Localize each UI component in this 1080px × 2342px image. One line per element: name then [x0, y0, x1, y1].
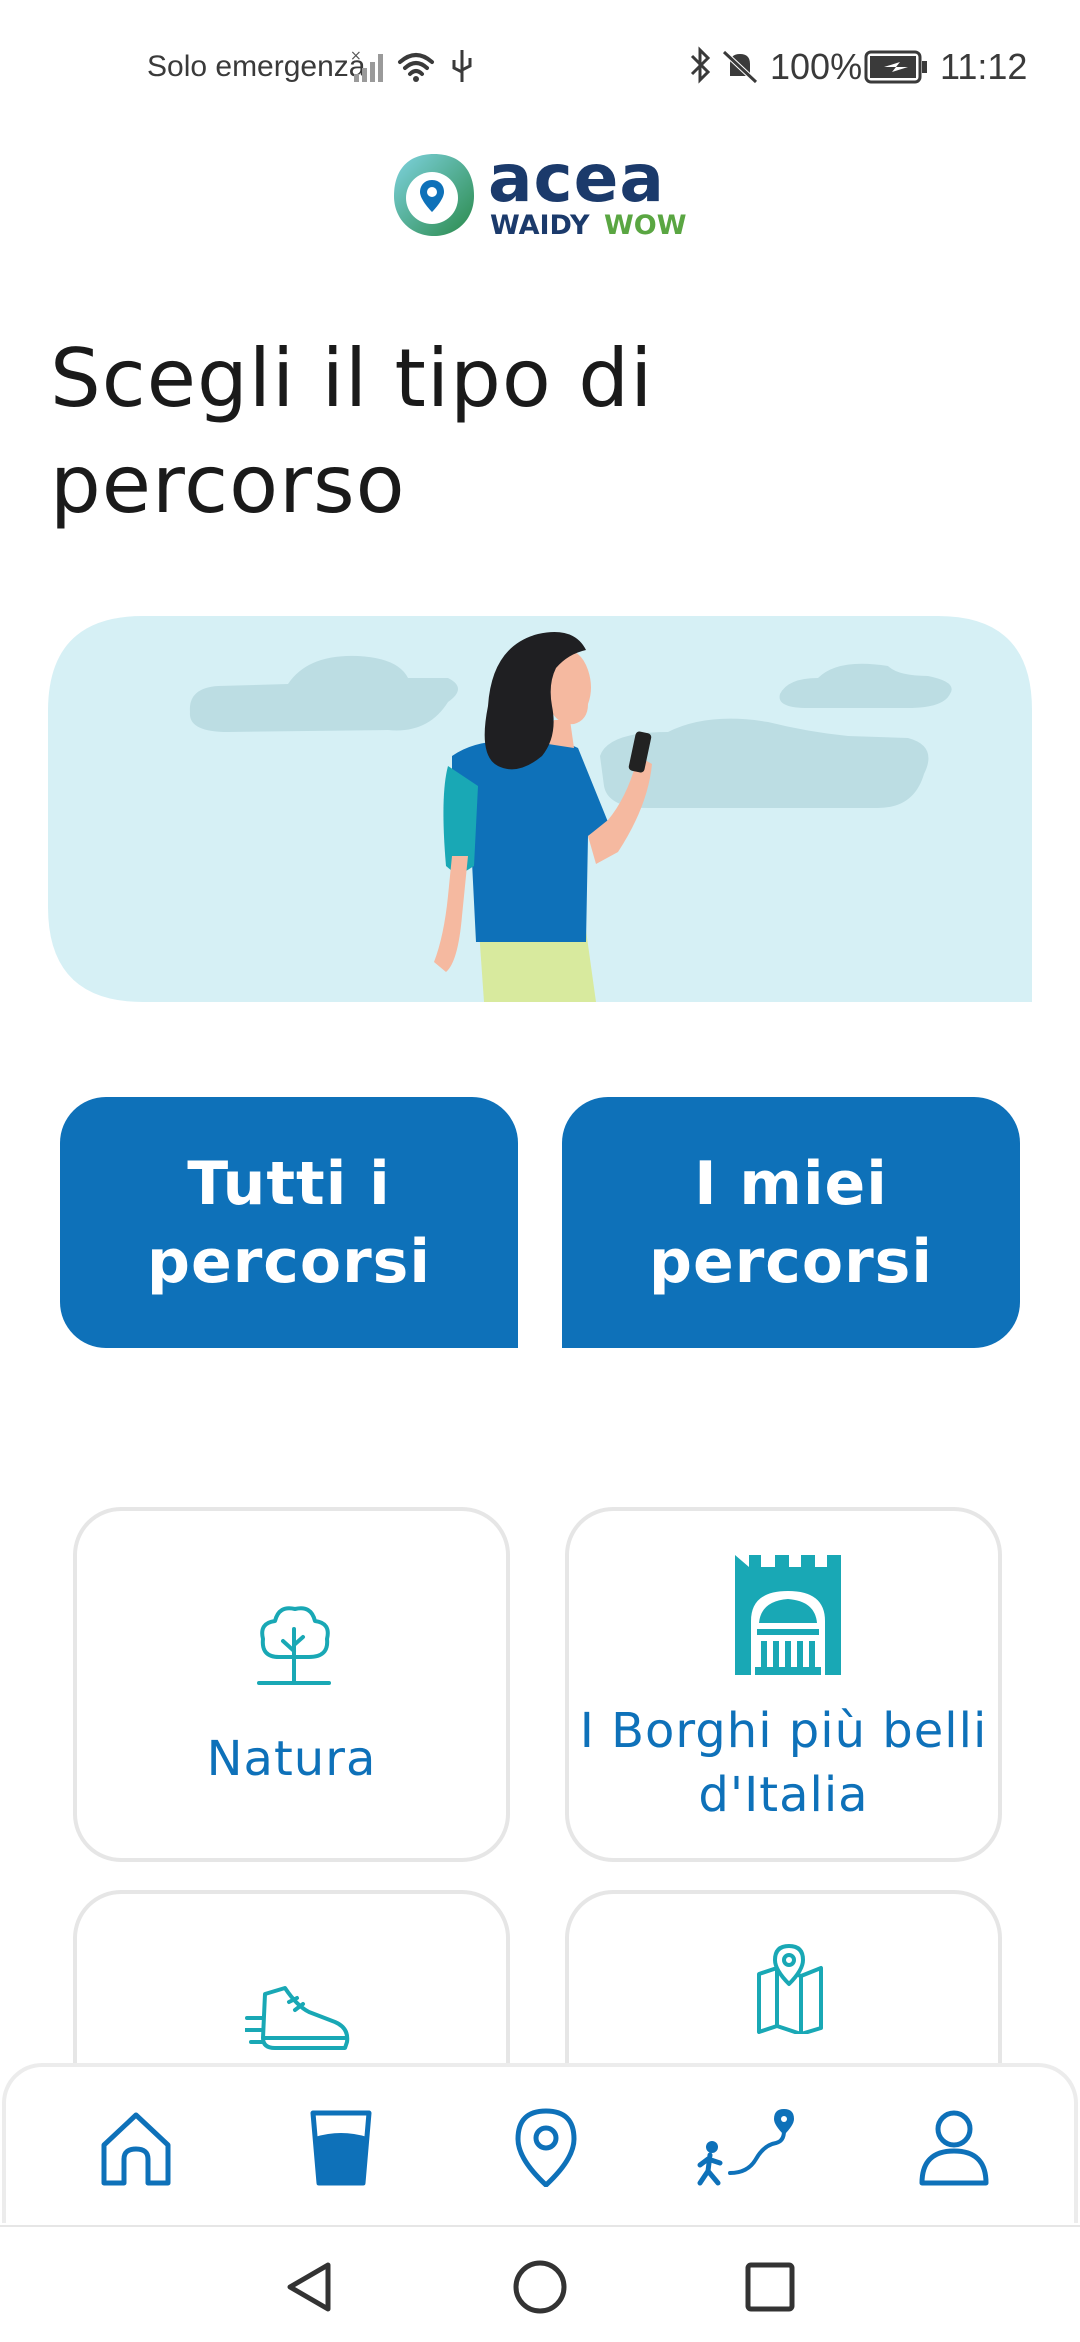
system-navigation-bar: [0, 2225, 1080, 2342]
all-routes-label: Tutti i percorsi: [147, 1148, 431, 1297]
signal-wifi-usb-icons: ×: [350, 48, 472, 82]
bluetooth-mute-icons: [690, 46, 758, 84]
home-icon: [101, 2112, 171, 2186]
profile-icon: [919, 2110, 989, 2186]
category-label-borghi: I Borghi più belli d'Italia: [579, 1703, 988, 1823]
svg-text:×: ×: [350, 48, 362, 64]
system-back-button[interactable]: [280, 2257, 340, 2317]
borgo-icon: [735, 1555, 841, 1675]
logo-tag-left: WAIDY: [490, 210, 590, 241]
back-triangle-icon: [287, 2262, 331, 2312]
status-bar: Solo emergenza × 100% 11:12: [0, 0, 1080, 130]
nav-home-button[interactable]: [96, 2107, 176, 2187]
battery-percent: 100%: [770, 46, 863, 87]
nav-water-button[interactable]: [301, 2107, 381, 2187]
category-card-borghi[interactable]: I Borghi più belli d'Italia: [565, 1507, 1002, 1862]
route-icon: [697, 2109, 794, 2186]
home-circle-icon: [513, 2260, 567, 2314]
category-label-natura: Natura: [206, 1731, 377, 1787]
logo-tag-right: WOW: [604, 210, 687, 241]
sneaker-icon: [245, 1986, 350, 2050]
location-pin-icon: [515, 2108, 577, 2188]
my-routes-button[interactable]: I miei percorsi: [562, 1097, 1020, 1348]
nav-profile-button[interactable]: [914, 2107, 994, 2187]
logo-word: acea: [488, 140, 665, 217]
nav-map-button[interactable]: [506, 2107, 586, 2188]
battery-icon: [864, 50, 927, 84]
all-routes-button[interactable]: Tutti i percorsi: [60, 1097, 518, 1348]
nav-routes-button[interactable]: [696, 2107, 806, 2187]
system-home-button[interactable]: [510, 2257, 570, 2317]
water-glass-icon: [310, 2110, 372, 2186]
category-card-natura[interactable]: Natura: [73, 1507, 510, 1862]
acea-logo: acea WAIDY WOW: [392, 140, 692, 250]
my-routes-label: I miei percorsi: [649, 1148, 933, 1297]
system-recents-button[interactable]: [740, 2257, 800, 2317]
clock: 11:12: [940, 46, 1028, 87]
page-title: Scegli il tipo di percorso: [50, 332, 654, 531]
tree-icon: [257, 1606, 331, 1685]
recents-square-icon: [745, 2262, 795, 2312]
drop-pin-logo-icon: [394, 154, 474, 236]
map-icon: [757, 1944, 823, 2034]
bottom-navigation: [2, 2063, 1078, 2223]
hero-illustration: [48, 616, 1032, 1002]
carrier-text: Solo emergenza: [147, 50, 366, 83]
